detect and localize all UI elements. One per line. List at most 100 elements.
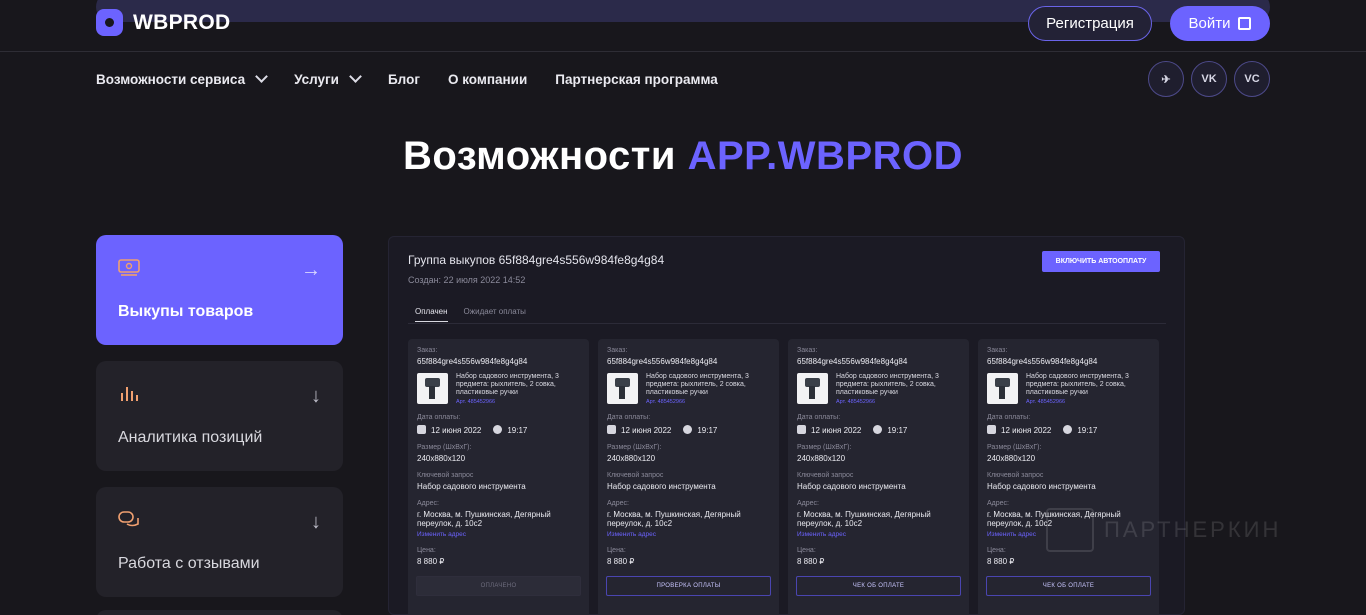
login-button[interactable]: Войти [1170, 6, 1270, 41]
order-id: 65f884gre4s556w984fe8g4g84 [607, 357, 718, 366]
pay-date-row: 12 июня 2022 19:17 [417, 425, 580, 435]
date-text: 12 июня 2022 [811, 426, 862, 435]
product-article[interactable]: Арт. 485452966 [646, 399, 770, 405]
logo[interactable]: WBPROD [96, 9, 230, 36]
order-id: 65f884gre4s556w984fe8g4g84 [417, 357, 528, 366]
pay-date-label: Дата оплаты: [417, 414, 461, 421]
change-address-link[interactable]: Изменить адрес [417, 531, 580, 538]
arrow-right-icon: → [301, 259, 321, 281]
nav-item-about[interactable]: О компании [448, 70, 527, 88]
logo-icon [96, 9, 123, 36]
pay-date-row: 12 июня 2022 19:17 [607, 425, 770, 435]
login-label: Войти [1188, 15, 1231, 32]
feature-card-next[interactable] [96, 610, 343, 615]
product: Набор садового инструмента, 3 предмета: … [987, 373, 1150, 405]
address-label: Адрес: [797, 500, 819, 507]
product-name: Набор садового инструмента, 3 предмета: … [646, 373, 749, 396]
money-icon [118, 259, 140, 276]
address-label: Адрес: [987, 500, 1009, 507]
price-label: Цена: [797, 547, 816, 554]
receipt-button[interactable]: ЧЕК ОБ ОПЛАТЕ [986, 576, 1151, 596]
check-payment-button[interactable]: ПРОВЕРКА ОПЛАТЫ [606, 576, 771, 596]
size-value: 240x880x120 [987, 454, 1036, 463]
calendar-icon [987, 425, 996, 434]
telegram-icon[interactable]: ✈ [1148, 61, 1184, 97]
page-title: Возможности APP.WBPROD [0, 134, 1366, 179]
nav-label: Партнерская программа [555, 71, 718, 87]
feature-card-reviews[interactable]: ↓ Работа с отзывами [96, 487, 343, 597]
vc-icon[interactable]: VC [1234, 61, 1270, 97]
product-image [797, 373, 828, 404]
tab-paid[interactable]: Оплачен [415, 307, 448, 322]
date-text: 12 июня 2022 [1001, 426, 1052, 435]
product-article[interactable]: Арт. 485452966 [836, 399, 960, 405]
login-icon [1238, 17, 1252, 30]
date-value: 12 июня 2022 [987, 425, 1051, 435]
watermark-text: ПАРТНЕРКИН [1104, 517, 1282, 542]
order-label: Заказ: [607, 347, 628, 354]
paid-button[interactable]: ОПЛАЧЕНО [416, 576, 581, 596]
nav-item-partners[interactable]: Партнерская программа [555, 70, 718, 88]
product: Набор садового инструмента, 3 предмета: … [607, 373, 770, 405]
feature-label: Работа с отзывами [118, 555, 260, 572]
arrow-down-icon: ↓ [311, 385, 321, 407]
time-value: 19:17 [683, 425, 717, 435]
title-accent: APP.WBPROD [687, 134, 964, 178]
size-value: 240x880x120 [607, 454, 656, 463]
product: Набор садового инструмента, 3 предмета: … [417, 373, 580, 405]
chevron-down-icon [349, 70, 362, 83]
product-name: Набор садового инструмента, 3 предмета: … [836, 373, 939, 396]
product-article[interactable]: Арт. 485452966 [1026, 399, 1150, 405]
order-card: Заказ: 65f884gre4s556w984fe8g4g84 Набор … [978, 339, 1159, 615]
order-card: Заказ: 65f884gre4s556w984fe8g4g84 Набор … [788, 339, 969, 615]
feature-card-purchases[interactable]: → Выкупы товаров [96, 235, 343, 345]
nav-label: Блог [387, 71, 420, 87]
app-preview-panel: Группа выкупов 65f884gre4s556w984fe8g4g8… [388, 236, 1185, 615]
clock-icon [683, 425, 693, 434]
calendar-icon [607, 425, 616, 434]
nav-item-blog[interactable]: Блог [388, 70, 420, 88]
address-label: Адрес: [607, 500, 629, 507]
date-value: 12 июня 2022 [417, 425, 481, 435]
nav-label: О компании [447, 71, 528, 87]
date-value: 12 июня 2022 [797, 425, 861, 435]
time-text: 19:17 [507, 426, 528, 435]
keyword-label: Ключевой запрос [797, 472, 854, 479]
header: WBPROD Регистрация Войти [0, 0, 1366, 52]
time-text: 19:17 [697, 426, 718, 435]
register-button[interactable]: Регистрация [1028, 6, 1152, 41]
nav-item-services[interactable]: Услуги [294, 70, 362, 88]
product-name: Набор садового инструмента, 3 предмета: … [1026, 373, 1129, 396]
size-value: 240x880x120 [417, 454, 466, 463]
autopay-button[interactable]: ВКЛЮЧИТЬ АВТООПЛАТУ [1042, 251, 1160, 272]
keyword-value: Набор садового инструмента [607, 482, 716, 491]
order-id: 65f884gre4s556w984fe8g4g84 [987, 357, 1098, 366]
order-card: Заказ: 65f884gre4s556w984fe8g4g84 Набор … [598, 339, 779, 615]
feature-card-analytics[interactable]: ↓ Аналитика позиций [96, 361, 343, 471]
keyword-label: Ключевой запрос [987, 472, 1044, 479]
change-address-link[interactable]: Изменить адрес [797, 531, 960, 538]
nav-item-features[interactable]: Возможности сервиса [96, 70, 268, 88]
group-created: Создан: 22 июля 2022 14:52 [408, 275, 526, 285]
calendar-icon [417, 425, 426, 434]
keyword-value: Набор садового инструмента [797, 482, 906, 491]
title-plain: Возможности [402, 134, 676, 178]
clock-icon [1063, 425, 1073, 434]
group-title: Группа выкупов 65f884gre4s556w984fe8g4g8… [408, 253, 665, 267]
time-value: 19:17 [1063, 425, 1097, 435]
vk-icon[interactable]: VK [1191, 61, 1227, 97]
clock-icon [873, 425, 883, 434]
chat-icon [118, 511, 139, 527]
pay-date-label: Дата оплаты: [797, 414, 841, 421]
price-label: Цена: [417, 547, 436, 554]
address-value: г. Москва, м. Пушкинская, Дегярный переу… [607, 510, 741, 528]
product: Набор садового инструмента, 3 предмета: … [797, 373, 960, 405]
receipt-button[interactable]: ЧЕК ОБ ОПЛАТЕ [796, 576, 961, 596]
change-address-link[interactable]: Изменить адрес [607, 531, 770, 538]
tab-awaiting[interactable]: Ожидает оплаты [464, 307, 526, 322]
arrow-down-icon: ↓ [311, 511, 321, 533]
order-card: Заказ: 65f884gre4s556w984fe8g4g84 Набор … [408, 339, 589, 615]
pay-date-label: Дата оплаты: [607, 414, 651, 421]
keyword-value: Набор садового инструмента [417, 482, 526, 491]
product-article[interactable]: Арт. 485452966 [456, 399, 580, 405]
